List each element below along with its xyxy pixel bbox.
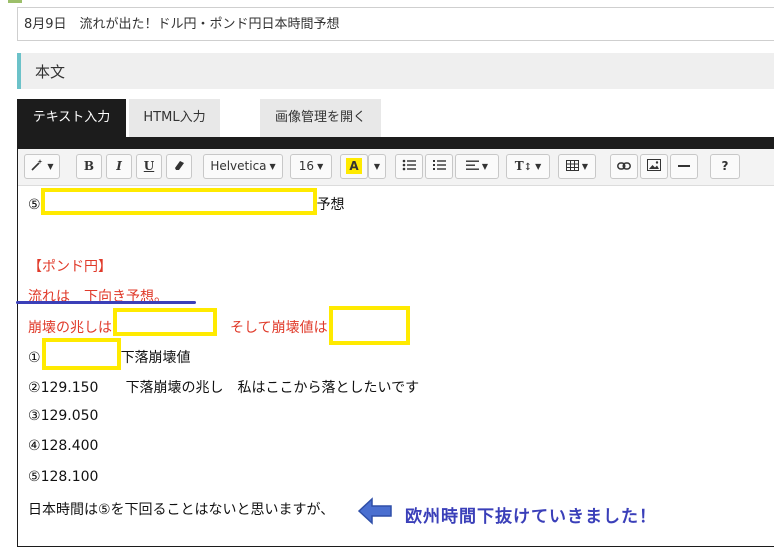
bullet-list-icon — [402, 159, 416, 171]
tab-image-manager[interactable]: 画像管理を開く — [260, 99, 381, 137]
level-marker: ② — [28, 380, 41, 396]
level-note: 下落崩壊値 — [120, 350, 191, 366]
table-button[interactable]: ▼ — [558, 154, 596, 179]
level-value: 129.050 — [40, 408, 99, 424]
section-label: 本文 — [35, 63, 66, 81]
level-marker: ④ — [28, 438, 41, 454]
level-marker: ① — [28, 350, 41, 366]
level-value: 128.400 — [40, 438, 99, 454]
magic-wand-icon — [31, 159, 43, 171]
font-family-value: Helvetica — [210, 159, 267, 173]
magic-wand-button[interactable]: ▼ — [24, 154, 60, 179]
tab-text-input[interactable]: テキスト入力 — [17, 99, 126, 137]
section-header: 本文 — [17, 53, 774, 89]
level-4: ④128.400 — [28, 438, 98, 454]
horizontal-rule-icon — [678, 165, 690, 167]
table-icon — [565, 160, 579, 171]
circled-marker: ⑤ — [28, 197, 41, 213]
left-arrow-icon — [357, 497, 392, 525]
image-icon — [647, 159, 661, 171]
font-size-select[interactable]: 16 ▼ — [290, 154, 332, 179]
tab-html-input[interactable]: HTML入力 — [129, 99, 220, 137]
text-color-button[interactable]: A — [340, 154, 368, 179]
annotation-text: 欧州時間下抜けていきました！ — [405, 507, 657, 527]
underline-button[interactable]: U — [136, 154, 162, 179]
highlight-box-collapse-value — [329, 306, 410, 345]
align-select[interactable]: ▼ — [455, 154, 499, 179]
collapse-value-label: そして崩壊値は — [230, 320, 328, 336]
text-color-label: A — [346, 158, 362, 174]
post-title-input[interactable]: 8月9日 流れが出た！ドル円・ポンド円日本時間予想 — [17, 7, 774, 41]
level-value: 128.100 — [40, 469, 99, 485]
numbered-list-icon — [433, 160, 446, 170]
level-marker: ⑤ — [28, 469, 41, 485]
italic-button[interactable]: I — [106, 154, 132, 179]
highlight-box-collapse-sign — [113, 308, 217, 336]
eraser-icon — [175, 161, 184, 170]
editor-toolbar: ▼ B I U Helvetica ▼ 16 ▼ A ▼ ▼ T↕ ▼ ▼ ? — [18, 149, 774, 186]
image-button[interactable] — [640, 154, 668, 179]
text-style-select[interactable]: T↕ ▼ — [506, 154, 550, 179]
forecast-suffix: 予想 — [316, 197, 345, 213]
font-size-value: 16 — [298, 159, 315, 173]
link-icon — [617, 162, 631, 170]
level-value: 129.150 — [40, 380, 99, 396]
font-family-select[interactable]: Helvetica ▼ — [203, 154, 283, 179]
level-note: 下落崩壊の兆し 私はここから落としたいです — [125, 380, 420, 396]
trend-underline-annotation — [16, 301, 196, 304]
level-3: ③129.050 — [28, 408, 98, 424]
numbered-list-button[interactable] — [425, 154, 453, 179]
closing-line: 日本時間は⑤を下回ることはないと思いますが、 — [28, 502, 335, 518]
gbp-heading: 【ポンド円】 — [28, 259, 112, 275]
eraser-button[interactable] — [166, 154, 192, 179]
highlight-box-level-1 — [42, 338, 121, 370]
top-accent-mark — [8, 0, 22, 3]
horizontal-rule-button[interactable] — [670, 154, 698, 179]
text-color-dropdown[interactable]: ▼ — [368, 154, 386, 179]
help-button[interactable]: ? — [710, 154, 740, 179]
level-5: ⑤128.100 — [28, 469, 98, 485]
text-style-label: T — [514, 159, 524, 173]
bold-button[interactable]: B — [76, 154, 102, 179]
editor-content[interactable]: ⑤ 予想 【ポンド円】 流れは 下向き予想。 崩壊の兆しは そして崩壊値は ① 下落崩… — [18, 186, 774, 537]
link-button[interactable] — [610, 154, 638, 179]
align-left-icon — [465, 160, 479, 170]
level-2: ②129.150 下落崩壊の兆し 私はここから落としたいです — [28, 377, 419, 397]
highlight-box-forecast — [41, 188, 317, 215]
level-marker: ③ — [28, 408, 41, 424]
bullet-list-button[interactable] — [395, 154, 423, 179]
collapse-sign-label: 崩壊の兆しは — [28, 320, 112, 336]
